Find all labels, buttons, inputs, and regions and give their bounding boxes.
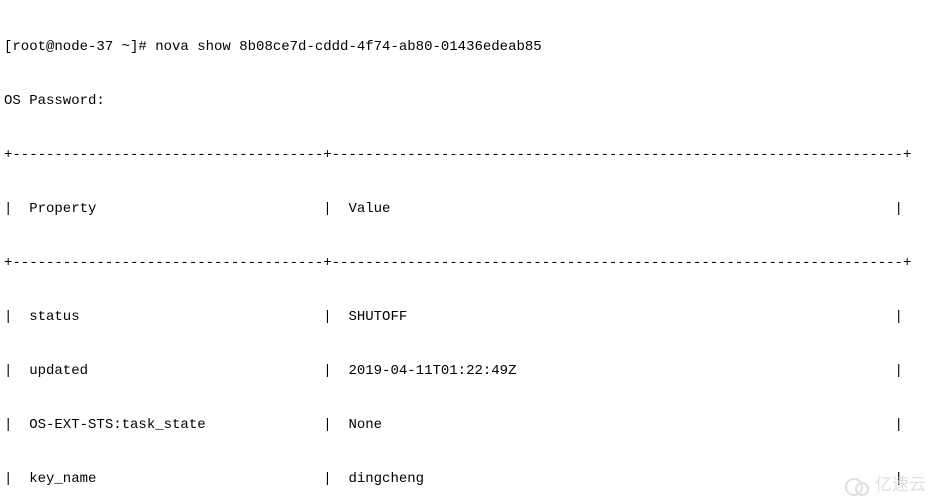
- shell-prompt-line: [root@node-37 ~]# nova show 8b08ce7d-cdd…: [4, 38, 934, 56]
- watermark-logo: 亿速云: [845, 476, 926, 494]
- table-divider-top: +-------------------------------------+-…: [4, 146, 934, 164]
- watermark-text: 亿速云: [875, 476, 926, 494]
- table-divider-mid: +-------------------------------------+-…: [4, 254, 934, 272]
- terminal-output: [root@node-37 ~]# nova show 8b08ce7d-cdd…: [0, 0, 938, 502]
- cloud-icon: [845, 478, 871, 492]
- password-prompt: OS Password:: [4, 92, 934, 110]
- table-row: | updated | 2019-04-11T01:22:49Z |: [4, 362, 934, 380]
- table-row: | key_name | dingcheng |: [4, 470, 934, 488]
- table-row: | OS-EXT-STS:task_state | None |: [4, 416, 934, 434]
- table-row: | status | SHUTOFF |: [4, 308, 934, 326]
- table-header-row: | Property | Value |: [4, 200, 934, 218]
